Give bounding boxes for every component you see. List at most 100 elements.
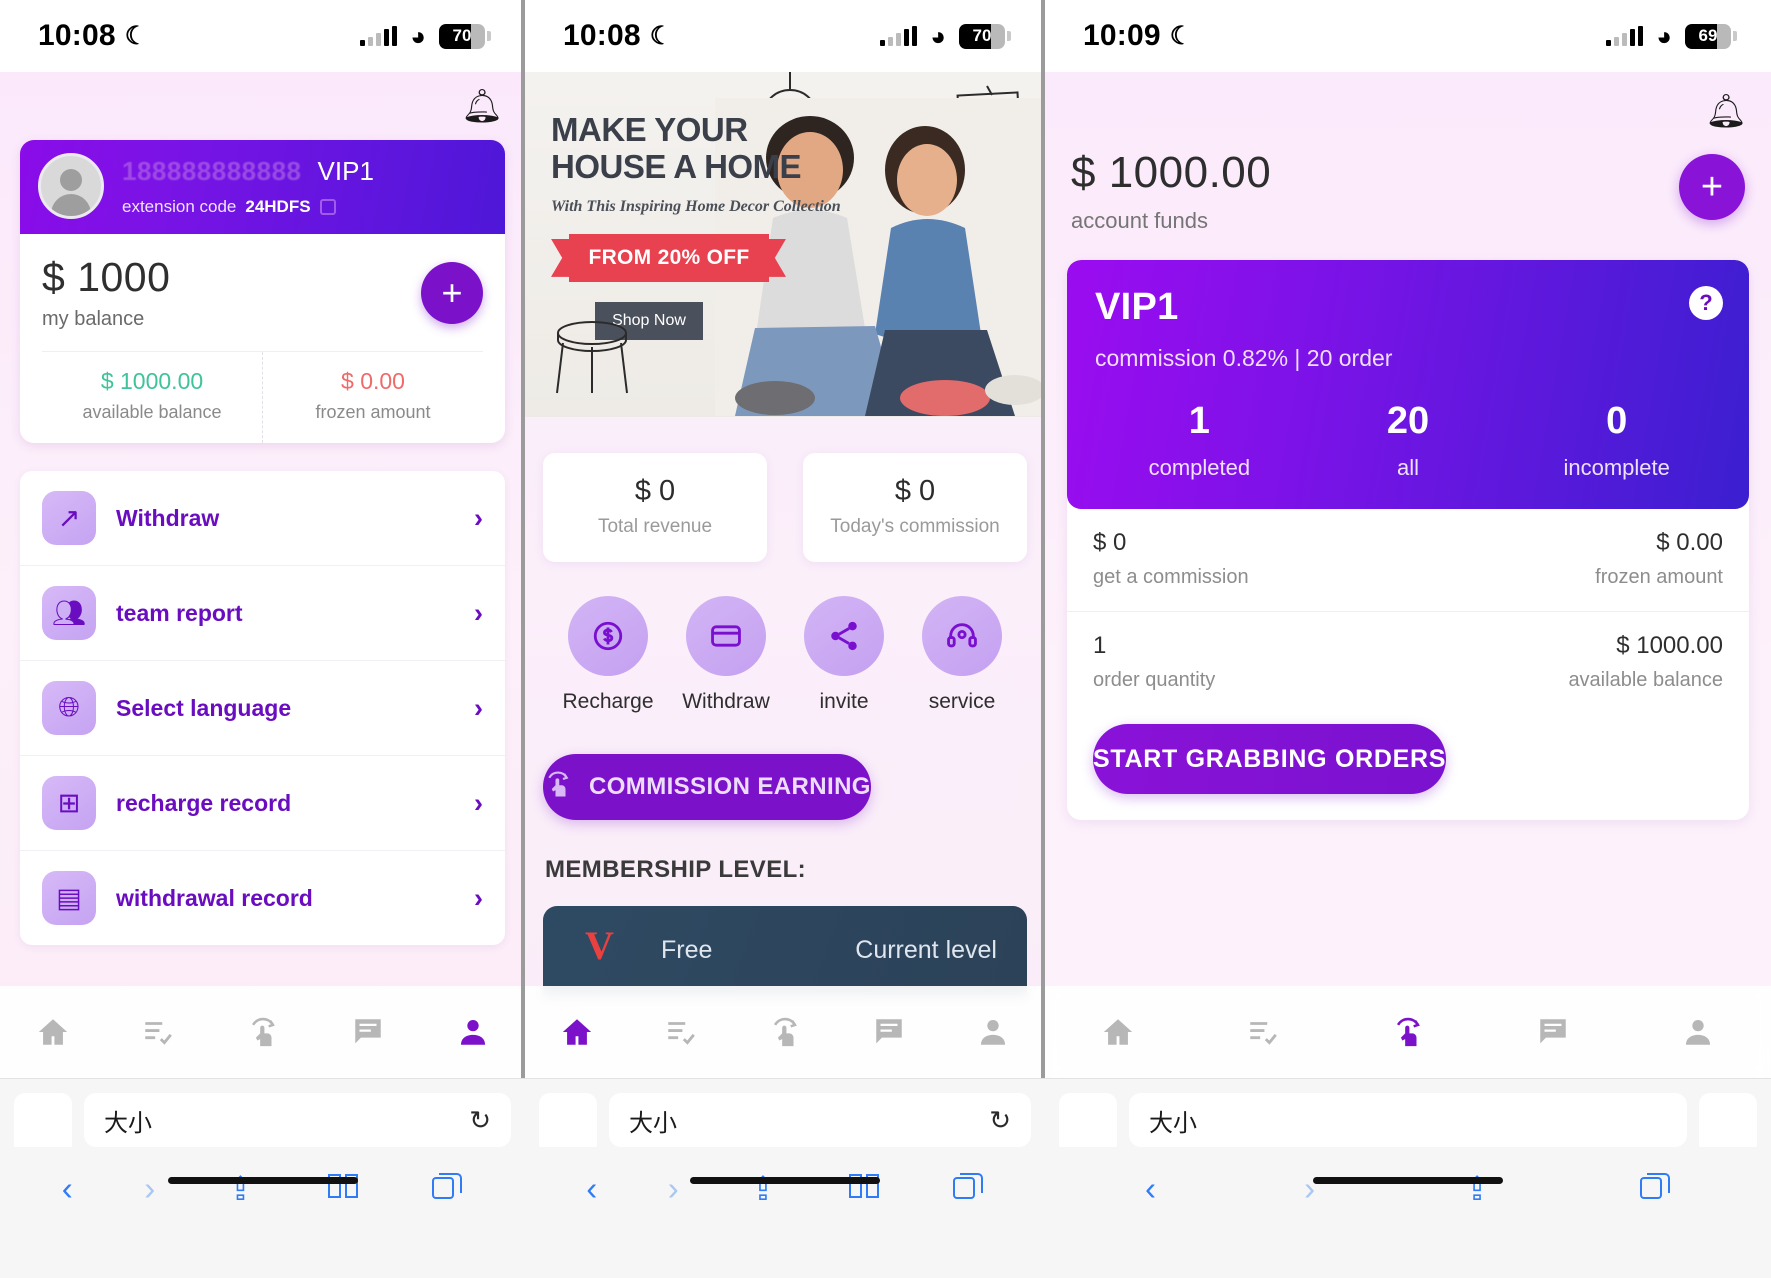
commission-earning-button[interactable]: COMMISSION EARNING	[543, 754, 871, 820]
account-funds-text: $ 1000.00 account funds	[1071, 148, 1271, 234]
profile-menu-list: ↗ Withdraw › 👥︎ team report › 🌐︎ Select …	[20, 471, 505, 945]
profile-identity: 188888888888 VIP1	[122, 156, 487, 187]
bell-icon[interactable]: 🔔︎	[1705, 94, 1747, 127]
headset-icon	[922, 596, 1002, 676]
reload-icon[interactable]: ↻	[989, 1105, 1011, 1136]
tab-orders[interactable]	[131, 1005, 185, 1059]
url-row-2: 大小 ↻	[525, 1079, 1045, 1147]
banner-headline-1: MAKE YOUR	[551, 111, 748, 148]
quick-action-recharge[interactable]: Recharge	[560, 596, 656, 714]
status-time-1: 10:08 ☾	[38, 19, 147, 53]
help-icon[interactable]: ?	[1689, 286, 1723, 320]
membership-level-title: MEMBERSHIP LEVEL:	[545, 856, 807, 883]
battery-tip	[1733, 31, 1737, 41]
menu-item-label: team report	[116, 599, 243, 626]
promo-banner[interactable]: MAKE YOUR HOUSE A HOME With This Inspiri…	[525, 72, 1045, 417]
detail-label: available balance	[1568, 669, 1723, 691]
vip-stat-value: 20	[1386, 400, 1430, 442]
quick-action-withdraw[interactable]: Withdraw	[678, 596, 774, 714]
menu-item-recharge-record[interactable]: ⊞ recharge record ›	[20, 756, 505, 851]
moon-icon: ☾	[649, 22, 673, 50]
tab-orders[interactable]	[654, 1005, 708, 1059]
account-funds-amount: $ 1000.00	[1071, 148, 1272, 197]
stat-value: $ 0	[894, 475, 936, 507]
forward-button[interactable]: ›	[144, 1172, 155, 1205]
menu-item-withdrawal-record[interactable]: ▤ withdrawal record ›	[20, 851, 505, 945]
back-button[interactable]: ‹	[1145, 1172, 1156, 1205]
people-group-icon: 👥︎	[42, 586, 96, 640]
detail-row-commission: $ 0 get a commission $ 0.00 frozen amoun…	[1067, 509, 1749, 612]
commission-earning-label: COMMISSION EARNING	[589, 773, 871, 800]
tab-strip-left-2[interactable]	[539, 1093, 597, 1147]
quick-actions-row: Recharge Withdraw invite service	[525, 562, 1045, 714]
vip-stat-value: 0	[1606, 400, 1628, 442]
vip-commission-info: commission 0.82% | 20 order	[1095, 345, 1393, 371]
address-bar-1[interactable]: 大小 ↻	[84, 1093, 511, 1147]
tabs-icon[interactable]	[952, 1171, 984, 1206]
tab-chat[interactable]	[341, 1005, 395, 1059]
tab-chat[interactable]	[862, 1005, 916, 1059]
account-funds-row: $ 1000.00 account funds +	[1045, 138, 1771, 234]
avatar[interactable]	[38, 153, 104, 219]
tab-grab-orders[interactable]	[758, 1005, 812, 1059]
start-grabbing-orders-button[interactable]: START GRABBING ORDERS	[1093, 724, 1447, 794]
membership-tier: Free	[661, 936, 713, 964]
menu-item-withdraw[interactable]: ↗ Withdraw ›	[20, 471, 505, 566]
tab-home[interactable]	[550, 1005, 604, 1059]
signal-icon	[880, 26, 918, 46]
stat-card-total-revenue: $ 0 Total revenue	[543, 453, 767, 562]
tab-grab-orders[interactable]	[236, 1005, 290, 1059]
detail-left: $ 0 get a commission	[1093, 529, 1249, 589]
bell-icon[interactable]: 🔔︎	[461, 89, 503, 122]
chevron-right-icon: ›	[474, 882, 483, 913]
quick-action-service[interactable]: service	[914, 596, 1010, 714]
tab-home[interactable]	[26, 1005, 80, 1059]
forward-button[interactable]: ›	[668, 1172, 679, 1205]
frozen-amount-value: $ 0.00	[341, 368, 405, 394]
membership-level-card[interactable]: V Free Current level	[543, 906, 1027, 996]
wifi-icon: ◕	[410, 21, 426, 51]
tab-grab-orders[interactable]	[1381, 1005, 1435, 1059]
tab-chat[interactable]	[1526, 1005, 1580, 1059]
battery-icon: 70	[959, 23, 1011, 49]
globe-icon: 🌐︎	[42, 681, 96, 735]
extension-code-label: extension code	[122, 196, 237, 216]
battery-level-3: 69	[1685, 23, 1731, 49]
battery-tip	[1007, 31, 1011, 41]
vip-stat-label: all	[1397, 455, 1420, 480]
profile-info: 188888888888 VIP1 extension code 24HDFS	[122, 156, 487, 217]
address-bar-2[interactable]: 大小 ↻	[609, 1093, 1031, 1147]
menu-item-team-report[interactable]: 👥︎ team report ›	[20, 566, 505, 661]
tab-home[interactable]	[1091, 1005, 1145, 1059]
add-funds-button[interactable]: +	[1679, 154, 1745, 220]
reload-icon[interactable]: ↻	[469, 1105, 491, 1136]
tab-strip-left-1[interactable]	[14, 1093, 72, 1147]
phone-number: 188888888888	[122, 155, 302, 186]
extension-code-value: 24HDFS	[245, 196, 311, 216]
menu-item-select-language[interactable]: 🌐︎ Select language ›	[20, 661, 505, 756]
url-row-1: 大小 ↻	[0, 1079, 525, 1147]
tab-orders[interactable]	[1236, 1005, 1290, 1059]
discount-ribbon: FROM 20% OFF	[551, 233, 786, 282]
tab-profile[interactable]	[446, 1005, 500, 1059]
add-funds-button[interactable]: +	[421, 261, 483, 324]
tab-profile[interactable]	[966, 1005, 1020, 1059]
tab-profile[interactable]	[1671, 1005, 1725, 1059]
tabs-icon[interactable]	[1639, 1171, 1671, 1206]
back-button[interactable]: ‹	[62, 1172, 73, 1205]
tabs-icon[interactable]	[431, 1171, 463, 1206]
tap-hand-icon	[543, 769, 573, 806]
detail-value: $ 0	[1093, 529, 1127, 556]
copy-icon[interactable]	[319, 198, 336, 215]
quick-action-invite[interactable]: invite	[796, 596, 892, 714]
tab-strip-right-3[interactable]	[1699, 1093, 1757, 1147]
back-button[interactable]: ‹	[586, 1172, 597, 1205]
add-card-icon: ⊞	[42, 776, 96, 830]
vip-stat-all: 20 all	[1304, 400, 1513, 481]
tab-strip-left-3[interactable]	[1059, 1093, 1117, 1147]
frozen-amount-label: frozen amount	[315, 402, 431, 422]
quick-action-label: service	[928, 690, 996, 713]
address-bar-3[interactable]: 大小 ↻	[1129, 1093, 1687, 1147]
status-indicators-3: ◕ 69	[1606, 23, 1737, 49]
home-indicator-3	[1313, 1177, 1503, 1184]
